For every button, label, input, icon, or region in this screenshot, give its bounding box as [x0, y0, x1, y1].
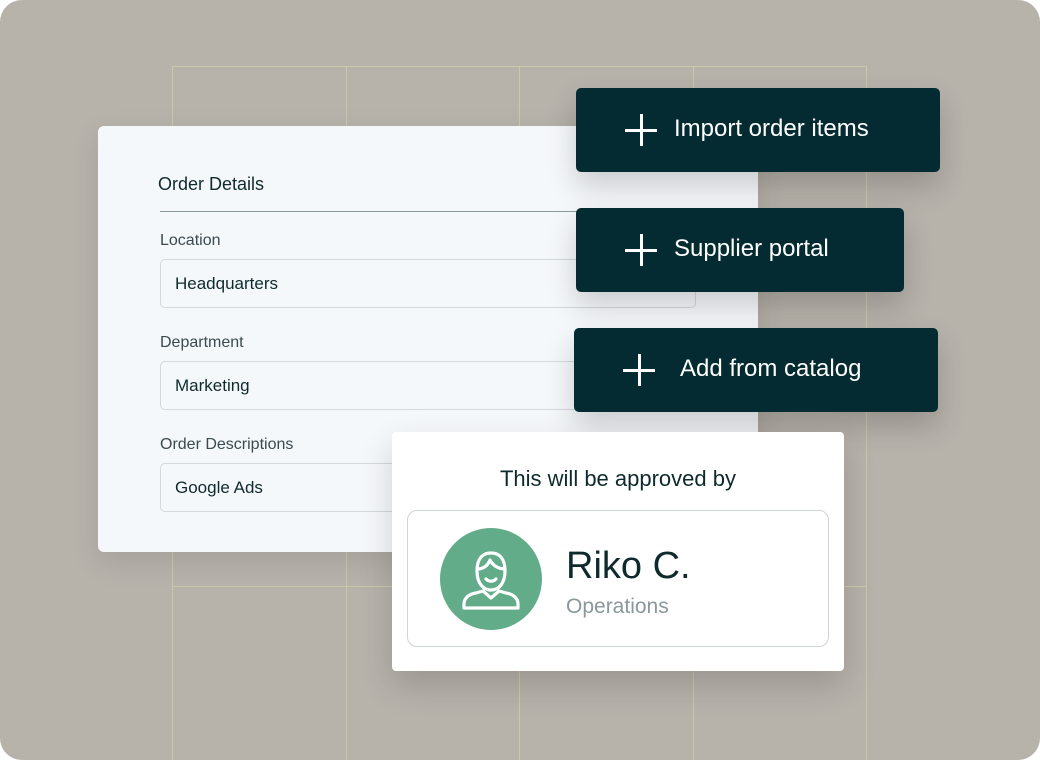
order-descriptions-label: Order Descriptions [160, 436, 294, 453]
plus-icon [625, 234, 657, 266]
user-avatar-icon [440, 528, 542, 630]
add-from-catalog-button[interactable]: Add from catalog [574, 328, 938, 412]
approval-card: This will be approved by Riko C. Operati… [392, 432, 844, 671]
approver-name: Riko C. [566, 545, 691, 587]
plus-icon [625, 114, 657, 146]
import-order-items-label: Import order items [674, 115, 869, 142]
supplier-portal-button[interactable]: Supplier portal [576, 208, 904, 292]
department-label: Department [160, 334, 244, 351]
import-order-items-button[interactable]: Import order items [576, 88, 940, 172]
location-value: Headquarters [175, 274, 279, 293]
supplier-portal-label: Supplier portal [674, 235, 829, 262]
app-canvas: Order Details Location Headquarters Depa… [0, 0, 1040, 760]
department-value: Marketing [175, 376, 250, 395]
plus-icon [623, 354, 655, 386]
add-from-catalog-label: Add from catalog [680, 355, 862, 382]
order-descriptions-value: Google Ads [175, 478, 263, 497]
approver-card[interactable]: Riko C. Operations [407, 510, 829, 647]
order-details-title: Order Details [158, 174, 265, 194]
location-label: Location [160, 232, 221, 249]
approver-department: Operations [566, 595, 669, 618]
approval-title: This will be approved by [499, 466, 736, 491]
